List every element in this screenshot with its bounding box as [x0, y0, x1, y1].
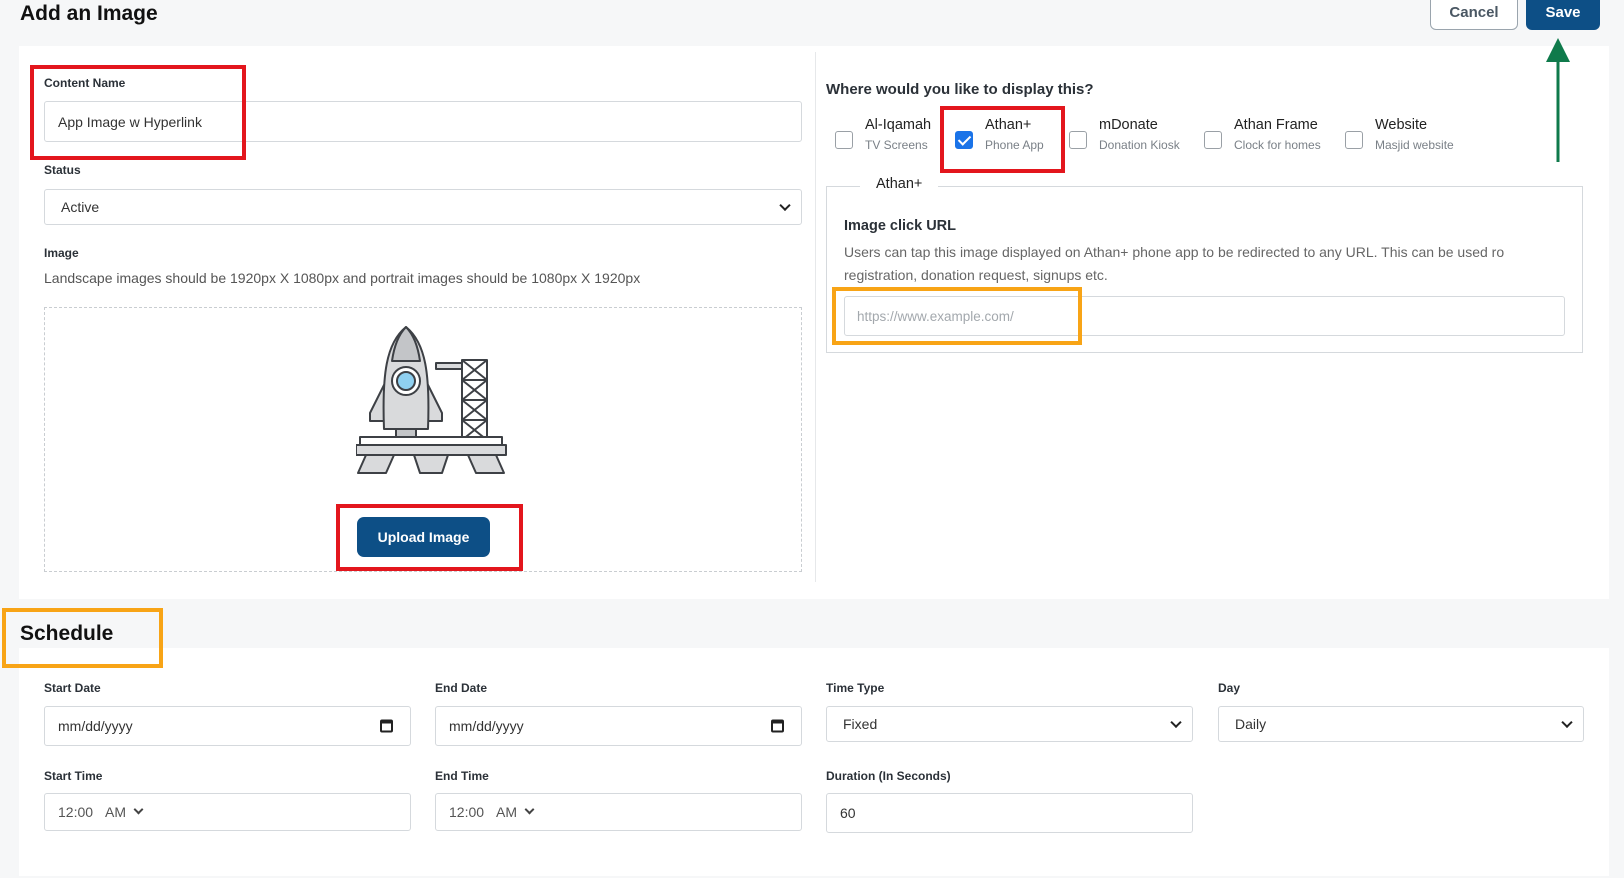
day-select[interactable]: Daily	[1218, 706, 1584, 742]
chevron-down-icon	[1170, 716, 1182, 729]
option-website-title: Website	[1375, 117, 1428, 133]
chevron-down-icon	[524, 804, 535, 815]
end-time-label: End Time	[435, 769, 489, 783]
option-mdonate-title: mDonate	[1099, 117, 1158, 133]
option-athan-frame-sub: Clock for homes	[1234, 138, 1321, 152]
time-type-label: Time Type	[826, 681, 885, 695]
time-type-select[interactable]: Fixed	[826, 706, 1193, 742]
image-click-url-description: Users can tap this image displayed on At…	[844, 244, 1505, 283]
image-label: Image	[44, 246, 79, 260]
start-time-input[interactable]: 12:00 AM	[44, 793, 411, 831]
day-value: Daily	[1235, 716, 1267, 732]
option-al-iqamah-title: Al-Iqamah	[865, 117, 932, 133]
checkbox-al-iqamah[interactable]	[835, 131, 853, 149]
highlight-content-name	[30, 65, 246, 160]
end-time-input[interactable]: 12:00 AM	[435, 793, 802, 831]
schedule-card	[19, 648, 1609, 876]
column-divider	[815, 52, 816, 582]
checkbox-website[interactable]	[1345, 131, 1363, 149]
end-date-label: End Date	[435, 681, 488, 695]
end-time-ampm: AM	[496, 804, 518, 820]
display-question: Where would you like to display this?	[826, 81, 1094, 98]
option-website-sub: Masjid website	[1375, 138, 1454, 152]
status-select-value: Active	[61, 199, 100, 215]
end-time-value: 12:00	[449, 804, 485, 820]
rocket-illustration-icon	[356, 326, 507, 474]
duration-label: Duration (In Seconds)	[826, 769, 951, 783]
status-label: Status	[44, 163, 81, 177]
calendar-icon[interactable]	[771, 719, 784, 733]
checkbox-athan-frame[interactable]	[1204, 131, 1222, 149]
option-athan-frame-title: Athan Frame	[1234, 117, 1318, 133]
day-label: Day	[1218, 681, 1241, 695]
chevron-down-icon	[133, 804, 144, 815]
duration-input[interactable]: 60	[826, 793, 1193, 833]
end-date-value: mm/dd/yyyy	[449, 718, 524, 734]
highlight-url-input	[832, 287, 1082, 345]
start-time-label: Start Time	[44, 769, 103, 783]
arrow-up-icon	[1546, 38, 1570, 162]
save-button[interactable]: Save	[1526, 0, 1600, 30]
time-type-value: Fixed	[843, 716, 878, 732]
checkbox-mdonate[interactable]	[1069, 131, 1087, 149]
chevron-down-icon	[779, 199, 791, 212]
highlight-upload-button	[336, 504, 523, 571]
chevron-down-icon	[1561, 716, 1573, 729]
start-date-label: Start Date	[44, 681, 101, 695]
page-title: Add an Image	[20, 2, 158, 25]
option-al-iqamah-sub: TV Screens	[865, 138, 928, 152]
end-date-input[interactable]: mm/dd/yyyy	[435, 706, 802, 746]
status-select[interactable]: Active	[44, 189, 802, 225]
start-time-ampm: AM	[105, 804, 127, 820]
start-date-input[interactable]: mm/dd/yyyy	[44, 706, 411, 746]
option-mdonate-sub: Donation Kiosk	[1099, 138, 1180, 152]
athan-plus-legend: Athan+	[860, 176, 939, 192]
image-click-url-title: Image click URL	[844, 218, 957, 234]
cancel-button[interactable]: Cancel	[1430, 0, 1518, 30]
highlight-athan-plus	[940, 106, 1065, 173]
start-date-value: mm/dd/yyyy	[58, 718, 133, 734]
start-time-value: 12:00	[58, 804, 94, 820]
image-hint: Landscape images should be 1920px X 1080…	[44, 270, 641, 286]
highlight-schedule	[2, 608, 163, 668]
calendar-icon[interactable]	[380, 719, 393, 733]
